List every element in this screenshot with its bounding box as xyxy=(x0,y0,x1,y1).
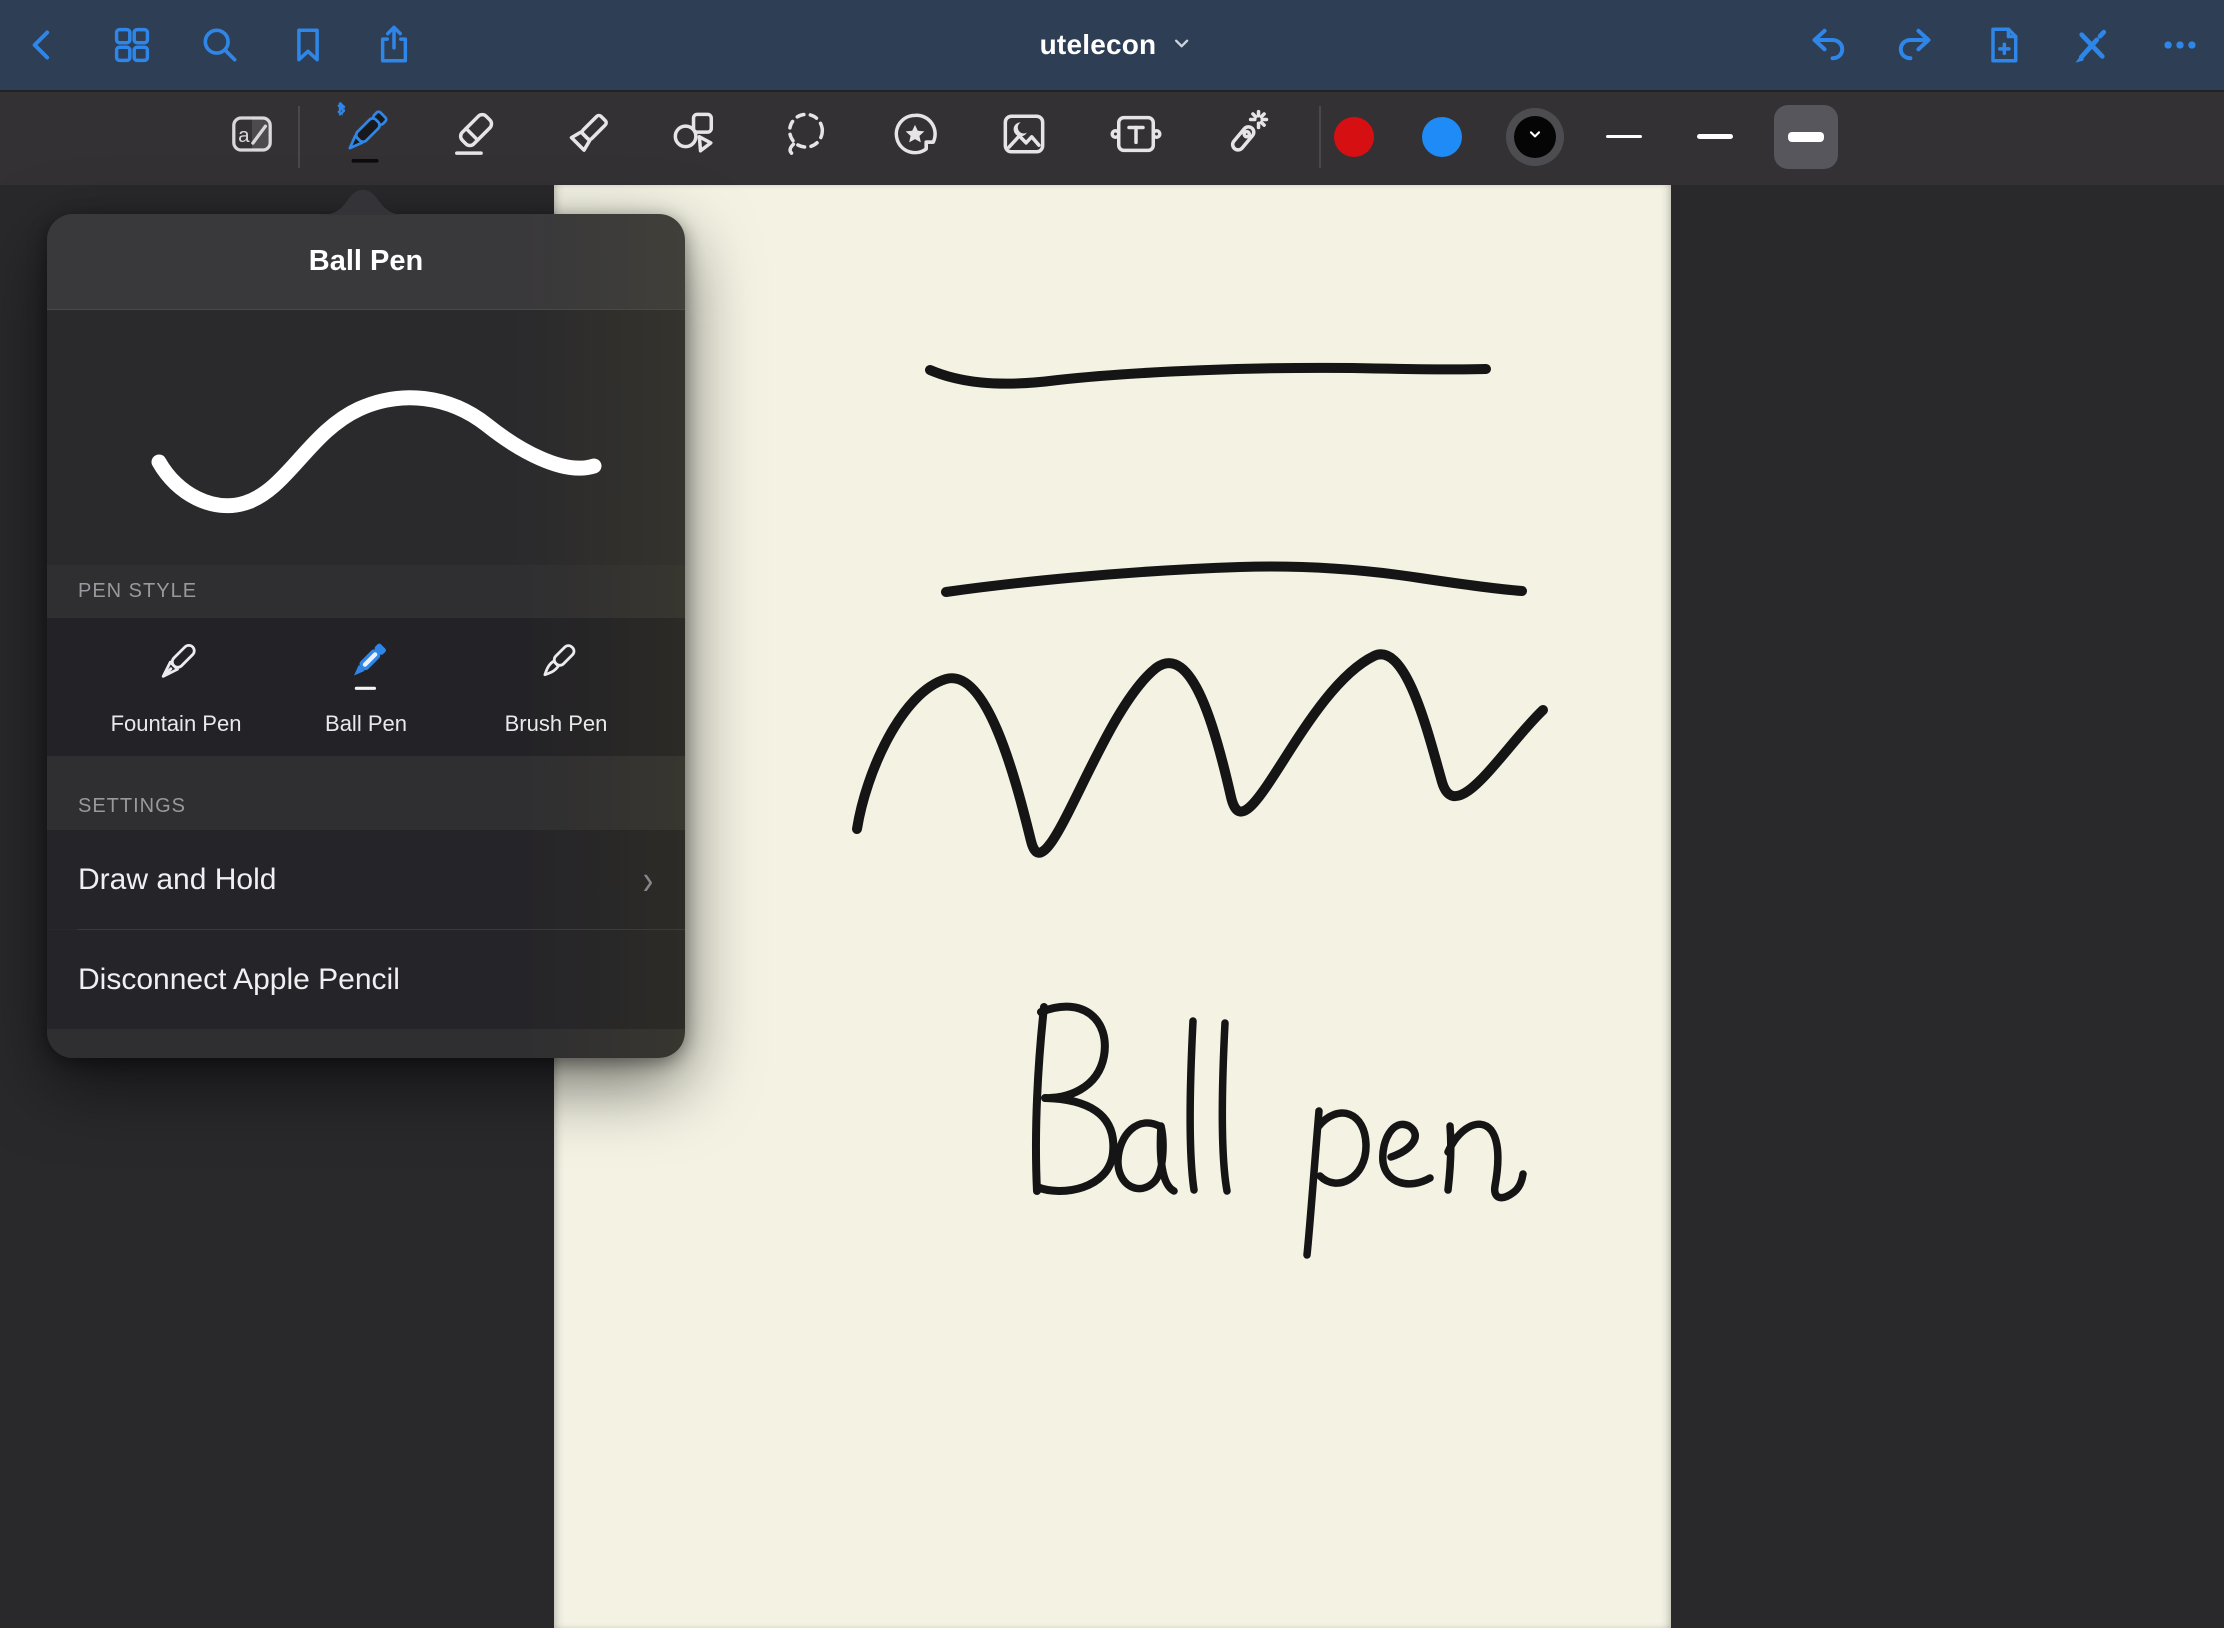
shapes-tool-button[interactable] xyxy=(658,101,730,173)
pages-overview-button[interactable] xyxy=(100,13,164,77)
add-page-button[interactable] xyxy=(1972,13,2036,77)
thickness-thick-button-selected[interactable] xyxy=(1774,105,1838,169)
document-title: utelecon xyxy=(1040,29,1157,61)
preview-stroke xyxy=(159,398,594,506)
tools-toolbar: a xyxy=(0,90,2224,185)
navigation-bar: utelecon xyxy=(0,0,2224,90)
handwriting-mode-icon: a xyxy=(226,108,278,165)
setting-label: Disconnect Apple Pencil xyxy=(78,963,400,997)
eraser-tool-button[interactable] xyxy=(439,101,511,173)
lasso-tool-button[interactable] xyxy=(770,101,842,173)
text-icon xyxy=(1108,106,1164,167)
popover-title: Ball Pen xyxy=(47,214,685,310)
medium-line-icon xyxy=(1697,134,1733,139)
brush-pen-icon xyxy=(527,637,585,701)
color-swatch-black-selected[interactable] xyxy=(1506,108,1564,166)
share-icon xyxy=(372,23,416,67)
eraser-icon xyxy=(447,106,503,167)
undo-button[interactable] xyxy=(1796,13,1860,77)
pen-style-label: Ball Pen xyxy=(325,711,407,737)
highlighter-icon xyxy=(559,106,615,167)
thickness-medium-button[interactable] xyxy=(1683,105,1747,169)
more-button[interactable] xyxy=(2148,13,2212,77)
share-button[interactable] xyxy=(362,13,426,77)
thin-line-icon xyxy=(1606,135,1642,138)
lasso-icon xyxy=(778,106,834,167)
fountain-pen-icon xyxy=(147,637,205,701)
laser-pointer-tool-button[interactable] xyxy=(1209,101,1281,173)
redo-button[interactable] xyxy=(1883,13,1947,77)
image-icon xyxy=(996,106,1052,167)
color-swatch-blue[interactable] xyxy=(1422,117,1462,157)
pen-style-ball-pen-selected[interactable]: Ball Pen xyxy=(271,618,461,756)
bookmark-icon xyxy=(287,24,329,66)
popover-footer xyxy=(47,1029,685,1058)
back-button[interactable] xyxy=(11,13,75,77)
pen-settings-popover: Ball Pen PEN STYLE Fountain Pen xyxy=(47,214,685,1058)
document-title-button[interactable]: utelecon xyxy=(1040,29,1193,61)
stop-editing-button[interactable] xyxy=(2060,13,2124,77)
bookmark-button[interactable] xyxy=(276,13,340,77)
svg-text:a: a xyxy=(238,124,250,147)
setting-label: Draw and Hold xyxy=(78,863,276,897)
undo-icon xyxy=(1805,22,1851,68)
image-tool-button[interactable] xyxy=(988,101,1060,173)
ellipsis-icon xyxy=(2158,23,2202,67)
ball-pen-icon xyxy=(337,637,395,701)
search-icon xyxy=(198,23,242,67)
back-chevron-icon xyxy=(23,25,63,65)
pen-tool-button[interactable] xyxy=(327,101,399,173)
note-page-canvas[interactable] xyxy=(554,185,1671,1628)
pen-tool-icon xyxy=(330,101,396,172)
toolbar-separator xyxy=(298,106,300,168)
pen-style-section-label: PEN STYLE xyxy=(47,565,685,618)
settings-section-label: SETTINGS xyxy=(47,756,685,830)
pen-slash-icon xyxy=(2070,23,2114,67)
app-window: utelecon xyxy=(0,0,2224,1628)
setting-disconnect-apple-pencil[interactable]: Disconnect Apple Pencil xyxy=(47,930,685,1029)
add-page-icon xyxy=(1982,23,2026,67)
chevron-down-icon xyxy=(1527,126,1543,147)
pen-style-label: Brush Pen xyxy=(505,711,608,737)
pen-style-row: Fountain Pen Ball Pen xyxy=(47,618,685,756)
laser-pointer-icon xyxy=(1217,106,1273,167)
text-tool-button[interactable] xyxy=(1100,101,1172,173)
toolbar-separator xyxy=(1319,106,1321,168)
setting-draw-and-hold[interactable]: Draw and Hold › xyxy=(47,830,685,929)
star-sticker-icon xyxy=(887,106,943,167)
pen-style-brush-pen[interactable]: Brush Pen xyxy=(461,618,651,756)
chevron-right-icon: › xyxy=(643,859,654,901)
chevron-down-icon xyxy=(1170,32,1192,59)
color-swatch-red[interactable] xyxy=(1334,117,1374,157)
popover-arrow xyxy=(317,188,409,220)
scroll-mode-button[interactable]: a xyxy=(216,101,288,173)
pen-style-fountain-pen[interactable]: Fountain Pen xyxy=(81,618,271,756)
redo-icon xyxy=(1892,22,1938,68)
highlighter-tool-button[interactable] xyxy=(551,101,623,173)
search-button[interactable] xyxy=(188,13,252,77)
pen-style-label: Fountain Pen xyxy=(111,711,242,737)
thickness-thin-button[interactable] xyxy=(1592,105,1656,169)
thick-line-icon xyxy=(1788,132,1824,142)
grid-icon xyxy=(110,23,154,67)
shapes-icon xyxy=(666,106,722,167)
elements-tool-button[interactable] xyxy=(879,101,951,173)
stroke-preview xyxy=(47,310,685,565)
